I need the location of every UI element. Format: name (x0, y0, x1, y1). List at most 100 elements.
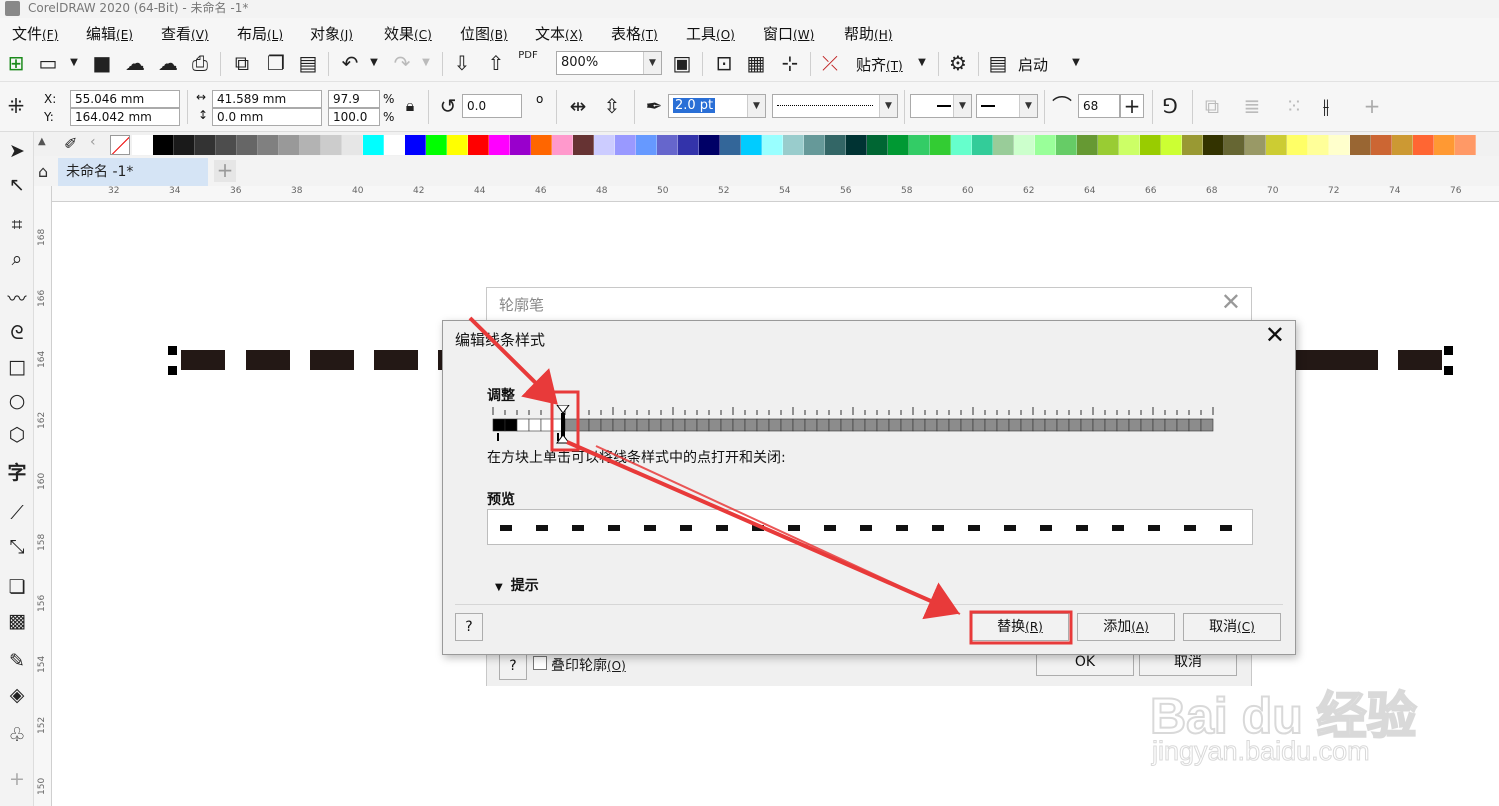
line-style-cell[interactable] (1080, 418, 1094, 432)
color-swatch[interactable] (1455, 135, 1476, 155)
menu-table[interactable]: 表格(T) (611, 23, 658, 44)
color-swatch[interactable] (1434, 135, 1455, 155)
chevron-down-icon[interactable]: ▼ (1019, 95, 1037, 117)
line-style-cell[interactable] (1044, 418, 1058, 432)
launch-menu[interactable]: 启动 (1018, 54, 1048, 75)
redo-dropdown-icon[interactable]: ▼ (414, 51, 438, 75)
horizontal-ruler[interactable]: 32 34 36 38 40 42 44 46 48 50 52 54 56 58 60 62 64 66 68 70… (52, 186, 1499, 202)
line-style-cell[interactable] (816, 418, 830, 432)
copy-icon[interactable]: ❐ (264, 51, 288, 75)
color-swatch[interactable] (426, 135, 447, 155)
mirror-vertical-icon[interactable]: ⇳ (600, 94, 624, 118)
height-field[interactable]: 0.0 mm (212, 108, 322, 126)
line-style-cell[interactable] (744, 418, 758, 432)
color-swatch[interactable] (993, 135, 1014, 155)
line-style-combo[interactable]: ▼ (772, 94, 898, 118)
color-swatch[interactable] (300, 135, 321, 155)
line-style-cell[interactable] (876, 418, 890, 432)
line-style-cell[interactable] (492, 418, 506, 432)
print-icon[interactable]: ⎙ (188, 51, 212, 75)
cloud-upload-icon[interactable]: ☁ (156, 51, 180, 75)
selection-handle[interactable] (168, 366, 177, 375)
color-swatch[interactable] (615, 135, 636, 155)
color-swatch[interactable] (321, 135, 342, 155)
object-origin-icon[interactable]: ⁜ (4, 94, 28, 118)
snap-to-menu[interactable]: 贴齐(T) (856, 54, 903, 75)
line-style-cell[interactable] (1140, 418, 1154, 432)
line-style-cell[interactable] (936, 418, 950, 432)
color-swatch[interactable] (657, 135, 678, 155)
line-style-cell[interactable] (888, 418, 902, 432)
smart-fill-tool-icon[interactable]: ♧ (4, 722, 30, 748)
menu-layout[interactable]: 布局(L) (237, 23, 283, 44)
no-color-swatch[interactable] (110, 135, 130, 155)
rectangle-tool-icon[interactable]: □ (4, 354, 30, 380)
line-style-cell[interactable] (900, 418, 914, 432)
color-swatch[interactable] (1056, 135, 1077, 155)
sliders-icon[interactable]: ⫲ (1314, 94, 1338, 118)
color-swatch[interactable] (1371, 135, 1392, 155)
color-swatch[interactable] (1161, 135, 1182, 155)
line-style-cell[interactable] (588, 418, 602, 432)
color-swatch[interactable] (1266, 135, 1287, 155)
line-style-cell[interactable] (972, 418, 986, 432)
eyedropper-tool-icon[interactable]: ✎ (4, 648, 30, 674)
paste-icon[interactable]: ▤ (296, 51, 320, 75)
color-swatch[interactable] (216, 135, 237, 155)
line-style-cell[interactable] (780, 418, 794, 432)
line-style-cell[interactable] (612, 418, 626, 432)
line-style-cell[interactable] (684, 418, 698, 432)
new-document-icon[interactable]: ⊞ (4, 51, 28, 75)
close-icon[interactable]: ✕ (1265, 321, 1285, 349)
color-swatch[interactable] (1203, 135, 1224, 155)
launch-icon[interactable]: ▤ (986, 51, 1010, 75)
color-swatch[interactable] (1014, 135, 1035, 155)
redo-icon[interactable]: ↷ (390, 51, 414, 75)
save-icon[interactable]: ■ (90, 51, 114, 75)
line-style-cell[interactable] (996, 418, 1010, 432)
y-position-field[interactable]: 164.042 mm (70, 108, 180, 126)
color-swatch[interactable] (699, 135, 720, 155)
color-swatch[interactable] (468, 135, 489, 155)
line-style-cell[interactable] (1032, 418, 1046, 432)
line-style-cell[interactable] (948, 418, 962, 432)
color-swatch[interactable] (1035, 135, 1056, 155)
line-style-cell[interactable] (600, 418, 614, 432)
tab-document[interactable]: 未命名 -1* (58, 158, 208, 186)
line-style-cell[interactable] (840, 418, 854, 432)
menu-edit[interactable]: 编辑(E) (86, 23, 133, 44)
line-style-cell[interactable] (696, 418, 710, 432)
selection-handle[interactable] (1444, 366, 1453, 375)
color-swatch[interactable] (867, 135, 888, 155)
transparency-tool-icon[interactable]: ▩ (4, 608, 30, 634)
color-swatch[interactable] (1140, 135, 1161, 155)
color-swatch[interactable] (1308, 135, 1329, 155)
width-field[interactable]: 41.589 mm (212, 90, 322, 108)
menu-view[interactable]: 查看(V) (161, 23, 209, 44)
color-swatch[interactable] (846, 135, 867, 155)
color-swatch[interactable] (1182, 135, 1203, 155)
import-icon[interactable]: ⇩ (450, 51, 474, 75)
color-swatch[interactable] (552, 135, 573, 155)
replace-button[interactable]: 替换(R) (971, 613, 1069, 641)
color-swatch[interactable] (489, 135, 510, 155)
chevron-down-icon[interactable]: ▼ (747, 95, 765, 117)
artistic-media-tool-icon[interactable]: ᘓ (4, 320, 30, 346)
align-icon[interactable]: ≣ (1240, 94, 1264, 118)
color-swatch[interactable] (1287, 135, 1308, 155)
line-style-cell[interactable] (624, 418, 638, 432)
color-swatch[interactable] (1245, 135, 1266, 155)
line-style-cell[interactable] (660, 418, 674, 432)
line-style-cell[interactable] (1152, 418, 1166, 432)
line-style-cell[interactable] (1188, 418, 1202, 432)
full-screen-icon[interactable]: ▣ (670, 51, 694, 75)
line-style-cell[interactable] (1128, 418, 1142, 432)
color-swatch[interactable] (741, 135, 762, 155)
connector-tool-icon[interactable]: ⤡ (4, 534, 30, 560)
color-swatch[interactable] (342, 135, 363, 155)
color-swatch[interactable] (972, 135, 993, 155)
line-style-cell[interactable] (924, 418, 938, 432)
selection-handle[interactable] (1444, 346, 1453, 355)
eyedropper-icon[interactable]: ✐ (64, 134, 77, 153)
shape-tool-icon[interactable]: ↖ (4, 172, 30, 198)
